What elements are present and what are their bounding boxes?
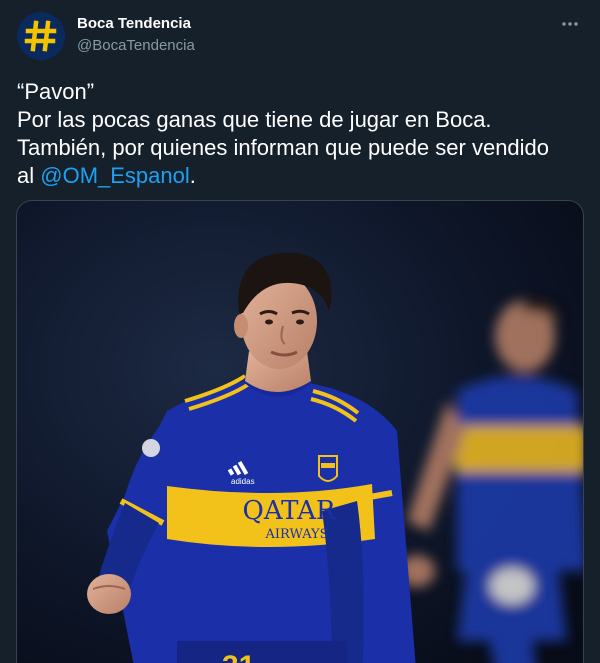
tweet-media-photo[interactable]: adidas QATAR AIRWAYS 31 [16, 200, 584, 663]
tweet-text-line: Por las pocas ganas que tiene de jugar e… [17, 107, 492, 132]
sponsor-line1: QATAR [243, 496, 337, 526]
adidas-wordmark: adidas [231, 477, 255, 486]
tweet-text-line: “Pavon” [17, 79, 95, 104]
tweet-text-line: al @OM_Espanol. [17, 162, 587, 190]
tweet-text: “Pavon” Por las pocas ganas que tiene de… [17, 78, 587, 190]
author-handle[interactable]: @BocaTendencia [77, 37, 195, 54]
shirt-number: 31 [222, 650, 255, 663]
tweet-text-prefix: al [17, 163, 41, 188]
hashtag-logo-icon [17, 12, 65, 60]
tweet-text-suffix: . [189, 163, 196, 188]
avatar[interactable] [17, 12, 65, 60]
more-horizontal-icon[interactable] [558, 14, 582, 34]
tweet-text-line: También, por quienes informan que puede … [17, 135, 550, 160]
tweet[interactable]: Boca Tendencia @BocaTendencia “Pavon” Po… [0, 0, 600, 663]
sponsor-line2: AIRWAYS [264, 527, 328, 542]
mention-link[interactable]: @OM_Espanol [40, 163, 190, 188]
author-display-name[interactable]: Boca Tendencia [77, 15, 191, 32]
football-player-photo: adidas QATAR AIRWAYS 31 [17, 201, 583, 663]
